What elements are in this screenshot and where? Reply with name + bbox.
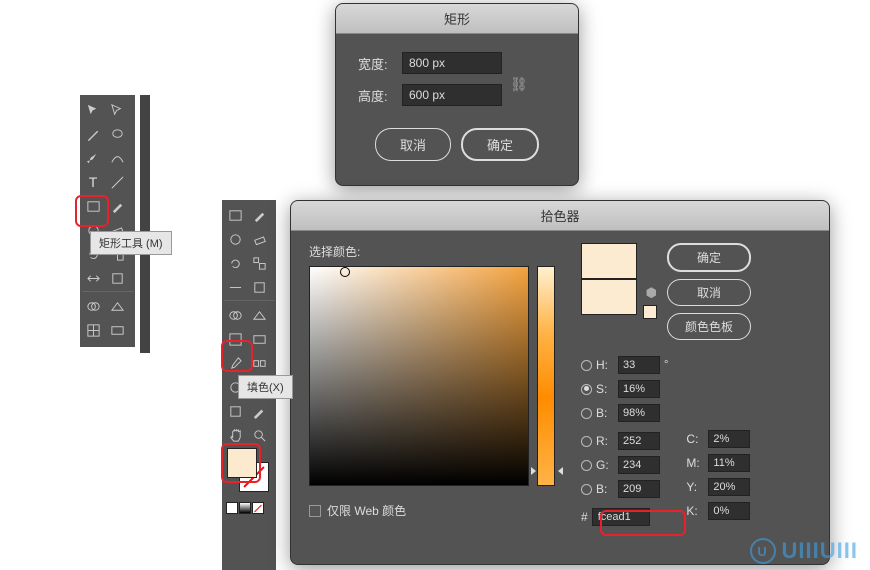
- y-input[interactable]: [708, 478, 750, 496]
- height-input[interactable]: [402, 84, 502, 106]
- hue-strip[interactable]: [537, 266, 555, 486]
- web-only-label: 仅限 Web 颜色: [327, 502, 406, 519]
- fill-stroke-swatch[interactable]: [225, 446, 271, 496]
- link-constrain-icon[interactable]: ⛓: [510, 76, 528, 93]
- new-color-swatch: [581, 243, 637, 279]
- web-only-checkbox[interactable]: [309, 505, 321, 517]
- k-input[interactable]: [708, 502, 750, 520]
- mesh-tool[interactable]: [82, 319, 104, 341]
- picker-swatches[interactable]: 颜色色板: [667, 313, 751, 340]
- select-color-label: 选择颜色:: [309, 243, 571, 260]
- height-label: 高度:: [358, 86, 394, 105]
- width-tool[interactable]: [82, 267, 104, 289]
- radio-b[interactable]: [581, 408, 592, 419]
- brush-tool-2[interactable]: [248, 204, 270, 226]
- radio-s[interactable]: [581, 384, 592, 395]
- picker-cancel[interactable]: 取消: [667, 279, 751, 306]
- eraser-tool-2[interactable]: [248, 228, 270, 250]
- free-transform-tool[interactable]: [106, 267, 128, 289]
- line-tool[interactable]: [106, 171, 128, 193]
- mini-gradient[interactable]: [239, 502, 251, 514]
- transform-tool-2[interactable]: [248, 276, 270, 298]
- width-input[interactable]: [402, 52, 502, 74]
- shape-builder-2[interactable]: [224, 304, 246, 326]
- direct-select-tool[interactable]: [106, 99, 128, 121]
- nearest-swatch[interactable]: [643, 305, 657, 319]
- rectangle-dialog: 矩形 宽度: 高度: ⛓ 取消 确定: [335, 3, 579, 186]
- pen-tool[interactable]: [82, 147, 104, 169]
- picker-ok[interactable]: 确定: [667, 243, 751, 272]
- rectangle-dialog-title: 矩形: [336, 4, 578, 34]
- artboard-tool[interactable]: [224, 400, 246, 422]
- rotate-tool-2[interactable]: [224, 252, 246, 274]
- mini-swatches: [226, 502, 264, 514]
- watermark-icon: U: [750, 538, 776, 564]
- radio-r[interactable]: [581, 436, 592, 447]
- color-picker-title: 拾色器: [291, 201, 829, 231]
- toolbar-small: T: [80, 95, 135, 347]
- s-input[interactable]: [618, 380, 660, 398]
- sv-cursor: [340, 267, 350, 277]
- r-input[interactable]: [618, 432, 660, 450]
- lasso-tool[interactable]: [106, 123, 128, 145]
- mini-none[interactable]: [252, 502, 264, 514]
- blend-tool[interactable]: [248, 352, 270, 374]
- fill-swatch[interactable]: [227, 448, 257, 478]
- c-input[interactable]: [708, 430, 750, 448]
- zoom-tool[interactable]: [248, 424, 270, 446]
- rectangle-tool-tooltip: 矩形工具 (M): [90, 231, 172, 255]
- old-color-swatch[interactable]: [581, 279, 637, 315]
- radio-h[interactable]: [581, 360, 592, 371]
- cancel-button[interactable]: 取消: [375, 128, 451, 161]
- width-label: 宽度:: [358, 54, 394, 73]
- b-input[interactable]: [618, 404, 660, 422]
- m-input[interactable]: [708, 454, 750, 472]
- scale-tool-2[interactable]: [248, 252, 270, 274]
- shape-builder-tool[interactable]: [82, 295, 104, 317]
- brush-tool[interactable]: [106, 195, 128, 217]
- rectangle-tool[interactable]: [82, 195, 104, 217]
- hex-input[interactable]: [592, 508, 650, 526]
- selection-tool[interactable]: [82, 99, 104, 121]
- radio-b2[interactable]: [581, 484, 592, 495]
- radio-g[interactable]: [581, 460, 592, 471]
- color-picker-dialog: 拾色器 选择颜色: 仅限 Web 颜色: [290, 200, 830, 565]
- magic-wand-tool[interactable]: [82, 123, 104, 145]
- perspective-2[interactable]: [248, 304, 270, 326]
- watermark: U UIIIUIII: [750, 538, 858, 564]
- rectangle-tool-2[interactable]: [224, 204, 246, 226]
- mini-color[interactable]: [226, 502, 238, 514]
- mesh-tool-2[interactable]: [224, 328, 246, 350]
- cube-icon: ⬢: [646, 285, 657, 301]
- width-tool-2[interactable]: [224, 276, 246, 298]
- gradient-tool-2[interactable]: [248, 328, 270, 350]
- b2-input[interactable]: [618, 480, 660, 498]
- eyedropper-tool[interactable]: [224, 352, 246, 374]
- perspective-tool[interactable]: [106, 295, 128, 317]
- saturation-value-box[interactable]: [309, 266, 529, 486]
- hue-indicator: [535, 467, 559, 473]
- ok-button[interactable]: 确定: [461, 128, 539, 161]
- toolbar-edge: [140, 95, 150, 353]
- type-tool[interactable]: T: [82, 171, 104, 193]
- g-input[interactable]: [618, 456, 660, 474]
- fill-tooltip: 填色(X): [238, 375, 293, 399]
- slice-tool[interactable]: [248, 400, 270, 422]
- h-input[interactable]: [618, 356, 660, 374]
- shaper-tool-2[interactable]: [224, 228, 246, 250]
- curvature-tool[interactable]: [106, 147, 128, 169]
- hand-tool[interactable]: [224, 424, 246, 446]
- gradient-tool[interactable]: [106, 319, 128, 341]
